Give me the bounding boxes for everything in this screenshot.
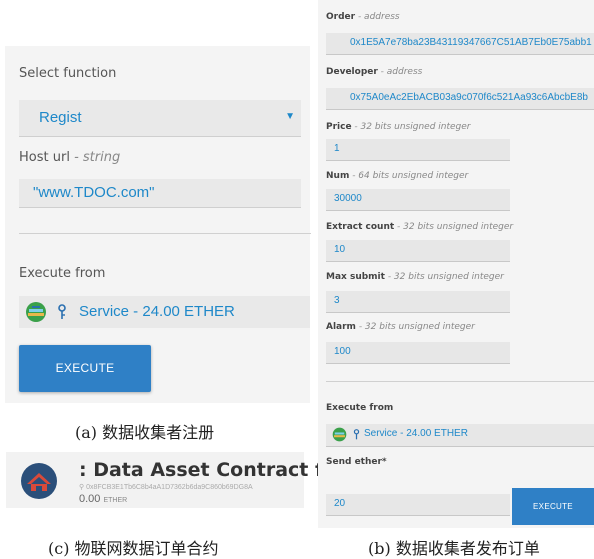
order-type: - address (355, 12, 400, 22)
send-ether-input[interactable]: 20 (326, 494, 510, 516)
contract-title: : Data Asset Contract ffFC (79, 459, 358, 481)
max-submit-value: 3 (334, 295, 340, 306)
alarm-label-name: Alarm (326, 322, 356, 332)
extract-count-type: - 32 bits unsigned integer (394, 222, 514, 232)
extract-count-label-name: Extract count (326, 222, 395, 232)
price-label-name: Price (326, 122, 352, 132)
price-label: Price - 32 bits unsigned integer (326, 122, 470, 132)
extract-count-value: 10 (334, 244, 346, 255)
send-ether-value: 20 (334, 498, 346, 509)
extract-count-label: Extract count - 32 bits unsigned integer (326, 222, 513, 232)
key-icon (58, 304, 66, 319)
register-form-panel: Select function Regist ▼ Host url - stri… (5, 46, 311, 403)
contract-address-value: 0x8FCB3E1Tb6C8b4aA1D7362b6da9C860b69DG8A (86, 484, 253, 491)
function-select-value: Regist (39, 109, 82, 126)
price-value: 1 (334, 143, 340, 154)
host-url-label: Host url - string (19, 150, 120, 165)
developer-label-name: Developer (326, 67, 378, 77)
order-input[interactable]: 0x1E5A7e78ba23B43119347667C51AB7Eb0E75ab… (326, 33, 594, 55)
max-submit-type: - 32 bits unsigned integer (384, 272, 504, 282)
price-input[interactable]: 1 (326, 139, 510, 161)
price-type: - 32 bits unsigned integer (351, 122, 471, 132)
order-label-name: Order (326, 12, 356, 22)
caption-a: (a) 数据收集者注册 (75, 423, 215, 442)
divider (19, 233, 311, 234)
host-url-type: - string (69, 150, 121, 165)
max-submit-label-name: Max submit (326, 272, 385, 282)
contract-balance-currency: ETHER (103, 497, 128, 504)
function-select[interactable]: Regist ▼ (19, 100, 301, 137)
caption-b: (b) 数据收集者发布订单 (368, 539, 540, 558)
contract-balance-value: 0.00 (79, 493, 101, 505)
host-url-value: "www.TDOC.com" (33, 184, 155, 201)
num-value: 30000 (334, 193, 362, 204)
execute-button[interactable]: EXECUTE (19, 345, 151, 392)
execute-from-account[interactable]: Service - 24.00 ETHER (19, 296, 310, 328)
execute-from-label: Execute from (19, 266, 106, 281)
select-function-label: Select function (19, 66, 117, 81)
contract-card[interactable]: : Data Asset Contract ffFC ⚲ 0x8FCB3E1Tb… (6, 452, 357, 508)
execute-button[interactable]: EXECUTE (512, 488, 594, 525)
caption-c: (c) 物联网数据订单合约 (48, 539, 219, 558)
order-value: 0x1E5A7e78ba23B43119347667C51AB7Eb0E75ab… (350, 37, 592, 48)
identicon-icon (332, 427, 347, 442)
dropdown-arrow-icon: ▼ (285, 111, 295, 122)
num-type: - 64 bits unsigned integer (349, 171, 469, 181)
host-url-input[interactable]: "www.TDOC.com" (19, 179, 301, 208)
divider (326, 381, 594, 382)
execute-from-label: Execute from (326, 403, 394, 413)
publish-order-panel: Order - address 0x1E5A7e78ba23B431193476… (318, 0, 594, 528)
alarm-value: 100 (334, 346, 351, 357)
identicon-icon (26, 302, 46, 322)
developer-value: 0x75A0eAc2EbACB03a9c070f6c521Aa93c6AbcbE… (350, 92, 588, 103)
developer-type: - address (377, 67, 423, 77)
order-label: Order - address (326, 12, 400, 22)
contract-balance: 0.00 ETHER (79, 493, 127, 505)
key-icon (353, 429, 360, 440)
num-label-name: Num (326, 171, 350, 181)
send-ether-label: Send ether* (326, 457, 387, 467)
developer-label: Developer - address (326, 67, 422, 77)
execute-from-value: Service - 24.00 ETHER (79, 303, 235, 320)
developer-input[interactable]: 0x75A0eAc2EbACB03a9c070f6c521Aa93c6AbcbE… (326, 88, 594, 110)
alarm-type: - 32 bits unsigned integer (355, 322, 475, 332)
max-submit-label: Max submit - 32 bits unsigned integer (326, 272, 504, 282)
contract-address: ⚲ 0x8FCB3E1Tb6C8b4aA1D7362b6da9C860b69DG… (79, 483, 253, 491)
alarm-label: Alarm - 32 bits unsigned integer (326, 322, 475, 332)
execute-from-account[interactable]: Service - 24.00 ETHER (326, 424, 594, 447)
extract-count-input[interactable]: 10 (326, 240, 510, 262)
num-input[interactable]: 30000 (326, 189, 510, 211)
num-label: Num - 64 bits unsigned integer (326, 171, 468, 181)
max-submit-input[interactable]: 3 (326, 291, 510, 313)
host-url-label-name: Host url (19, 150, 70, 165)
execute-from-value: Service - 24.00 ETHER (364, 428, 468, 439)
contract-avatar-icon (21, 463, 57, 499)
alarm-input[interactable]: 100 (326, 342, 510, 364)
